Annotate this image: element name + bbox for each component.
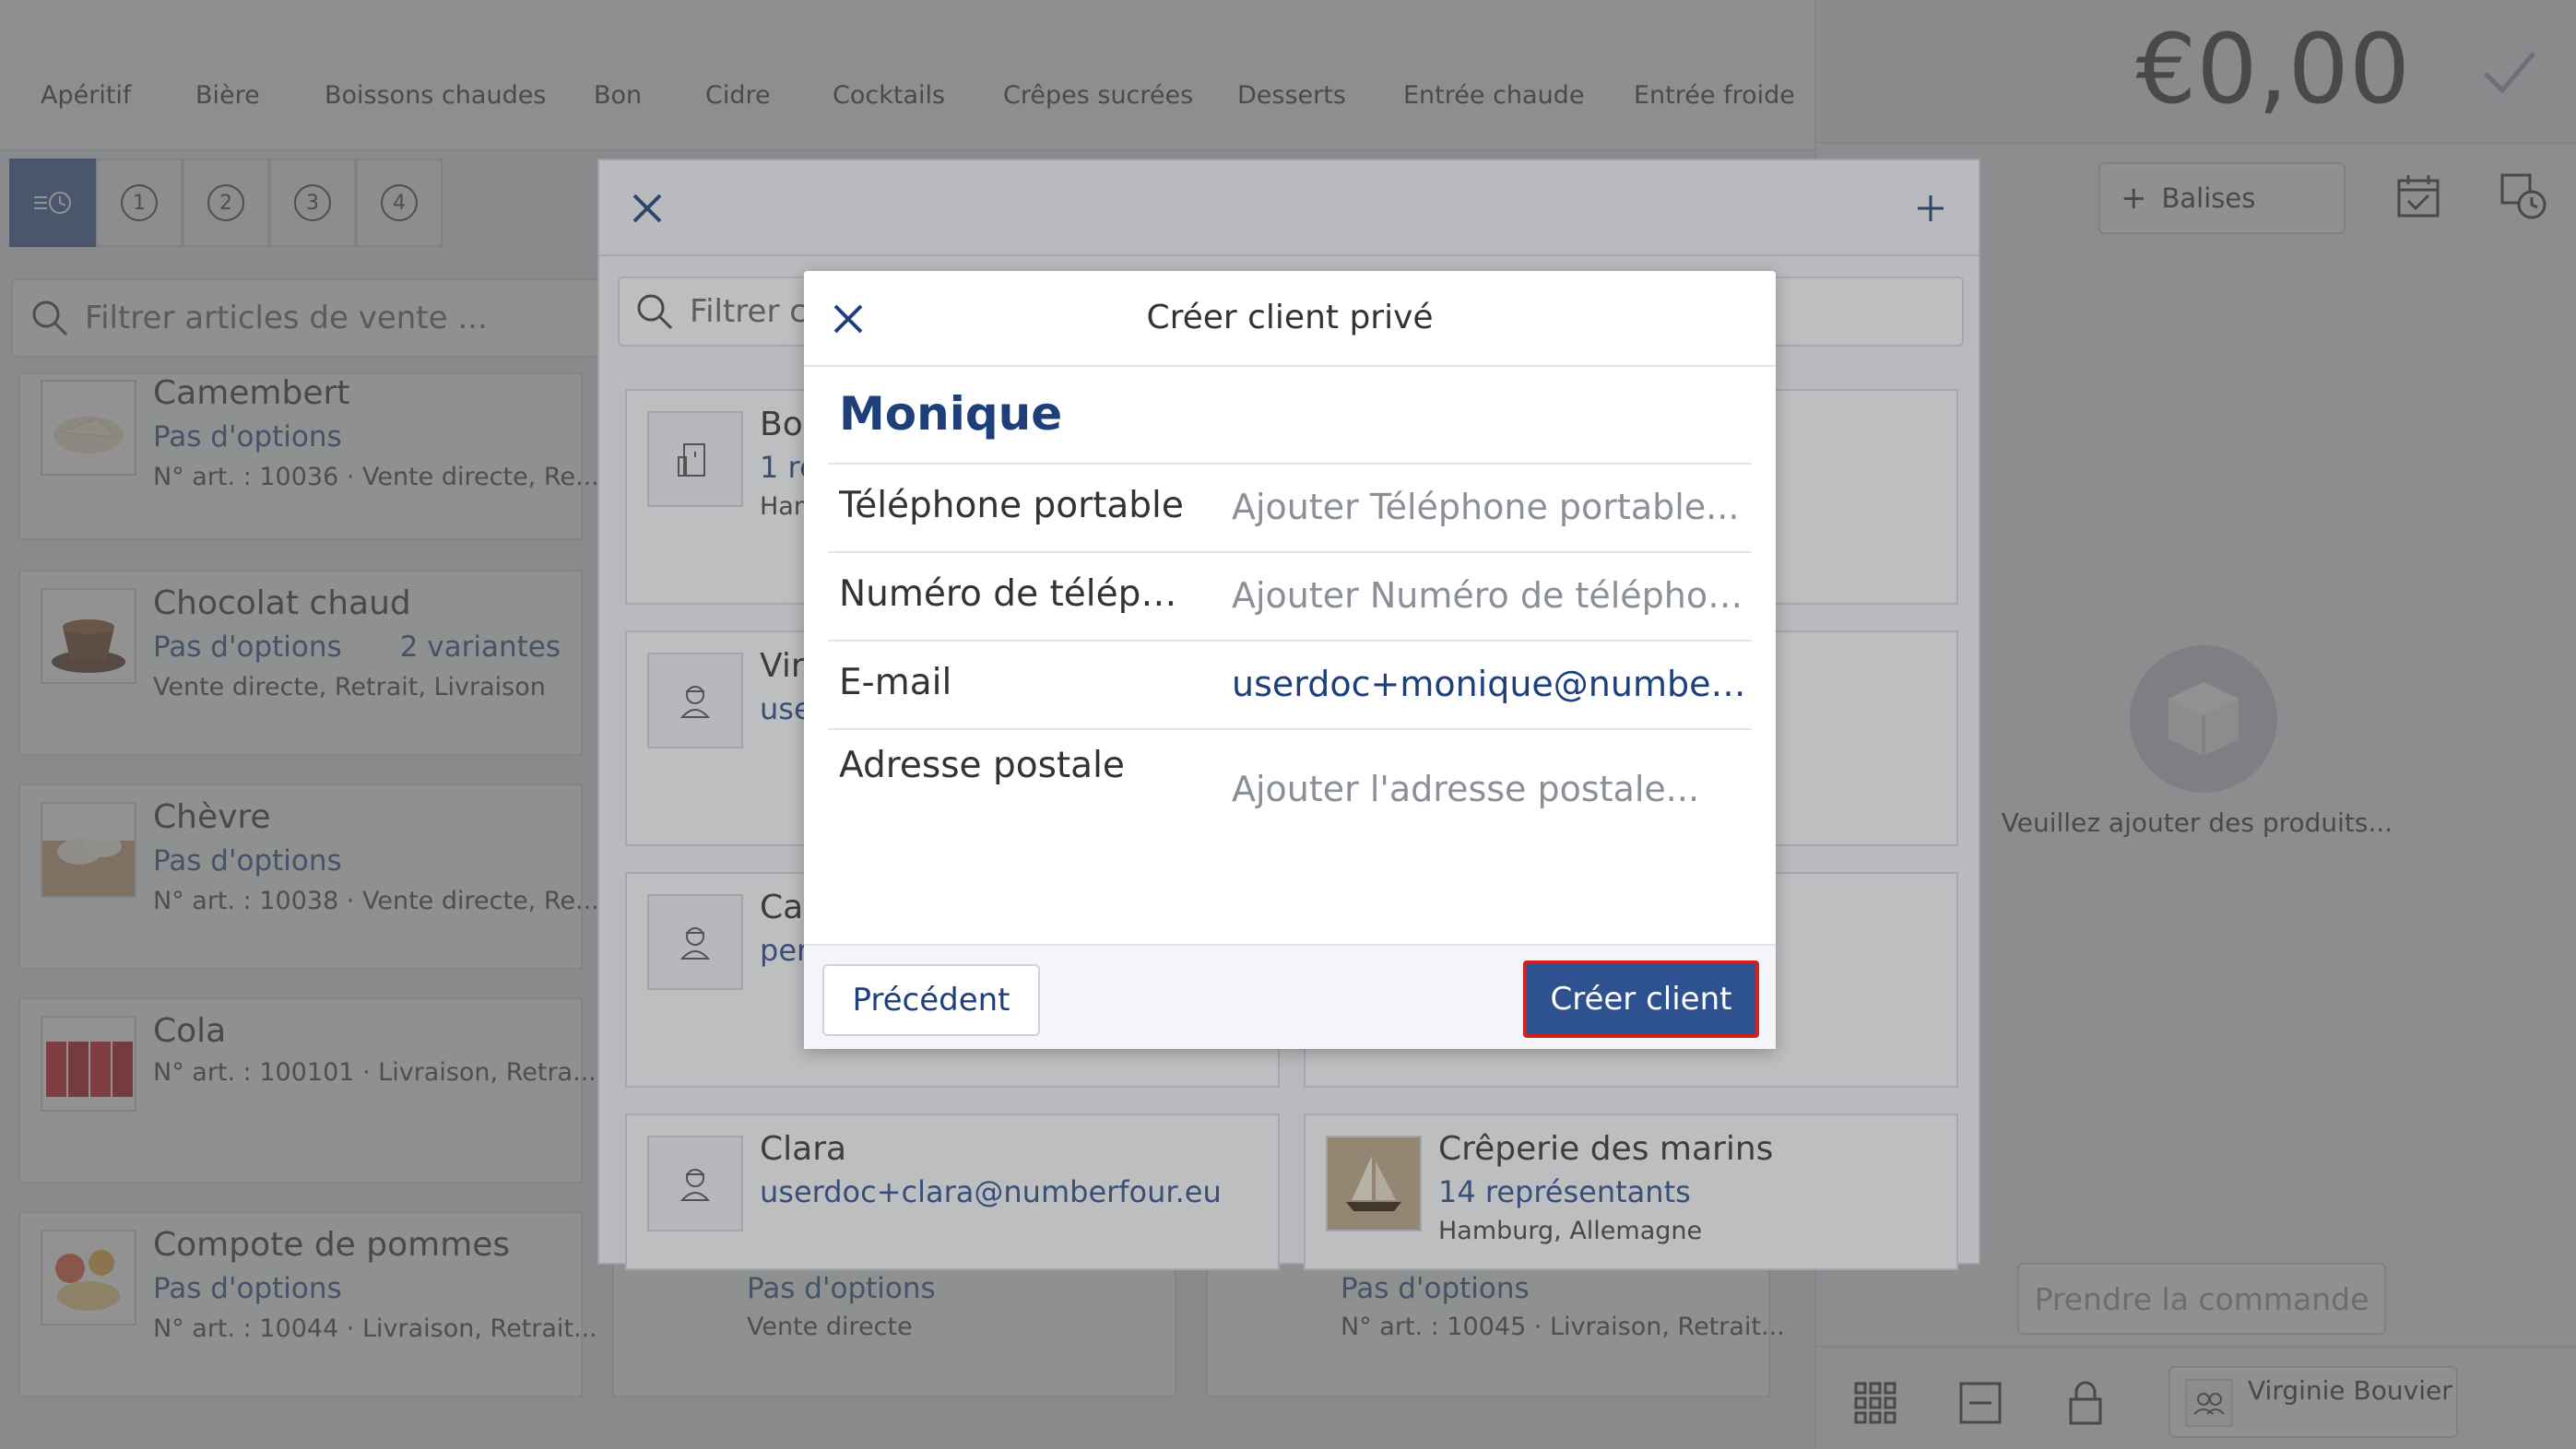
back-button[interactable]: Précédent xyxy=(822,964,1040,1036)
field-value[interactable]: Ajouter l'adresse postale... xyxy=(1232,769,1748,809)
field-email[interactable]: E-mail userdoc+monique@numberfo... xyxy=(828,640,1752,728)
field-value[interactable]: userdoc+monique@numberfo... xyxy=(1232,664,1748,704)
field-label: Téléphone portable xyxy=(839,485,1184,526)
field-value[interactable]: Ajouter Téléphone portable... xyxy=(1232,487,1748,527)
field-label: E-mail xyxy=(839,662,952,703)
modal-footer: Précédent Créer client xyxy=(804,944,1776,1049)
customer-name-heading[interactable]: Monique xyxy=(839,387,1062,441)
close-icon[interactable] xyxy=(832,302,865,336)
modal-header: Créer client privé xyxy=(804,271,1776,367)
create-private-customer-modal: Créer client privé Monique Téléphone por… xyxy=(804,271,1776,1049)
field-label: Numéro de télépho... xyxy=(839,573,1189,615)
field-mobile-phone[interactable]: Téléphone portable Ajouter Téléphone por… xyxy=(828,463,1752,551)
create-customer-button[interactable]: Créer client xyxy=(1523,960,1759,1038)
field-value[interactable]: Ajouter Numéro de téléphone f.... xyxy=(1232,575,1748,616)
field-postal-address[interactable]: Adresse postale Ajouter l'adresse postal… xyxy=(828,728,1752,913)
modal-title: Créer client privé xyxy=(1146,299,1434,336)
field-landline-phone[interactable]: Numéro de télépho... Ajouter Numéro de t… xyxy=(828,551,1752,640)
field-label: Adresse postale xyxy=(839,745,1125,786)
